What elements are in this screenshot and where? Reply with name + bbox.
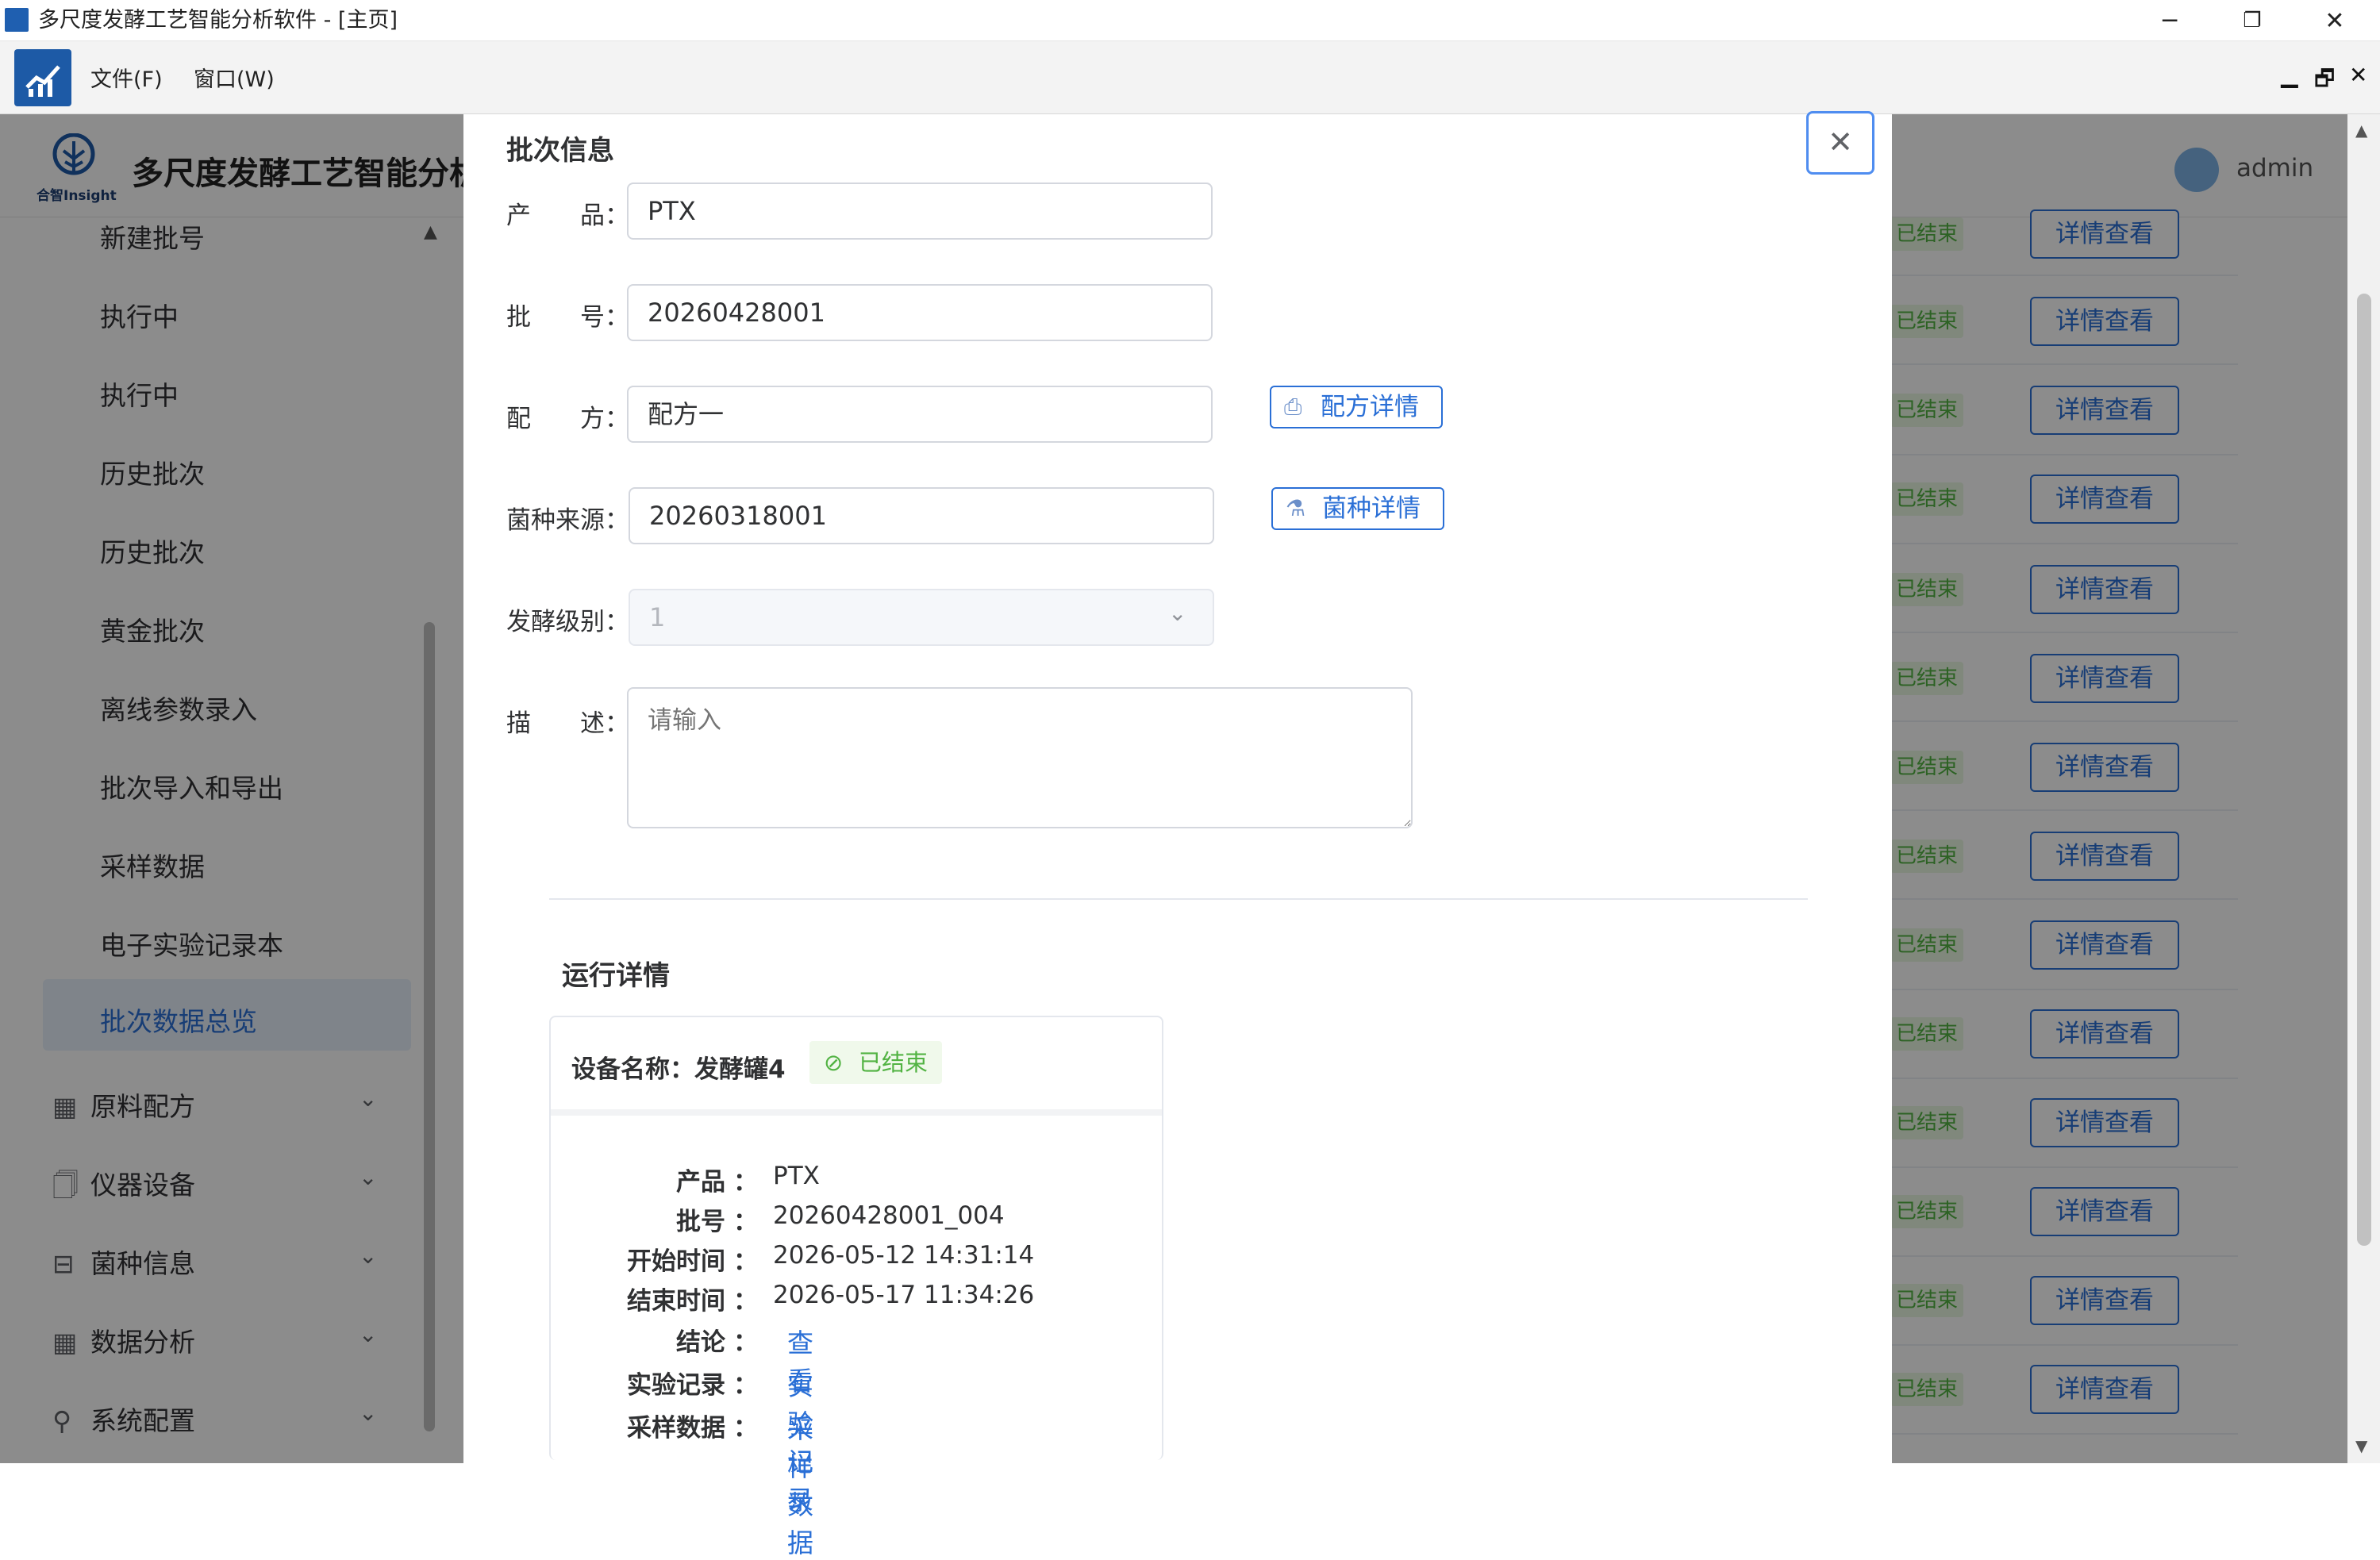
recipe-detail-label: 配方详情 bbox=[1321, 393, 1419, 421]
batch-no-field[interactable]: 20260428001 bbox=[627, 284, 1213, 341]
device-label: 设备名称： bbox=[571, 1055, 694, 1084]
strain-detail-label: 菌种详情 bbox=[1322, 494, 1421, 523]
ferment-level-select[interactable]: 1 bbox=[629, 589, 1214, 646]
sampling-data-link[interactable]: 采样数据 bbox=[787, 1408, 813, 1560]
menu-file[interactable]: 文件(F) bbox=[90, 62, 163, 93]
detail-colon: ： bbox=[733, 1414, 758, 1443]
scroll-down-arrow-icon[interactable]: ▼ bbox=[2355, 1436, 2367, 1455]
ferment-level-value: 1 bbox=[649, 602, 666, 632]
close-window-button[interactable]: ✕ bbox=[2295, 0, 2374, 41]
section-title-run-details: 运行详情 bbox=[562, 960, 670, 992]
menu-bar: 文件(F) 窗口(W) ▁ 🗗 ✕ bbox=[0, 41, 2380, 114]
app-icon bbox=[5, 8, 29, 32]
menu-window[interactable]: 窗口(W) bbox=[194, 62, 275, 93]
minimize-button[interactable]: ─ bbox=[2130, 0, 2209, 41]
status-badge: ⊘ 已结束 bbox=[809, 1041, 943, 1084]
flask-icon: ⚗ bbox=[1286, 495, 1306, 521]
mdi-restore-button[interactable]: 🗗 bbox=[2314, 62, 2335, 100]
description-textarea[interactable] bbox=[627, 687, 1413, 828]
check-circle-icon: ⊘ bbox=[824, 1049, 844, 1076]
detail-colon: ： bbox=[733, 1168, 758, 1197]
detail-value: 2026-05-17 11:34:26 bbox=[773, 1281, 1035, 1309]
mdi-close-button[interactable]: ✕ bbox=[2349, 62, 2367, 88]
section-title-batch-info: 批次信息 bbox=[506, 135, 614, 167]
batch-detail-modal: 批次信息 产 品： PTX 批 号： 20260428001 配 方： 配方一 … bbox=[463, 114, 1892, 1558]
window-title-bar: 多尺度发酵工艺智能分析软件 - [主页] ─ ❐ ✕ bbox=[0, 0, 2380, 41]
detail-value: 20260428001_004 bbox=[773, 1201, 1005, 1230]
recipe-label: 配 方： bbox=[506, 405, 629, 433]
detail-label: 开始时间 bbox=[627, 1247, 725, 1276]
detail-colon: ： bbox=[733, 1287, 758, 1316]
recipe-field[interactable]: 配方一 bbox=[627, 386, 1213, 443]
detail-label: 批号 bbox=[676, 1208, 725, 1236]
device-name-row: 设备名称：发酵罐4 bbox=[571, 1049, 786, 1085]
detail-colon: ： bbox=[733, 1328, 758, 1357]
detail-label: 产品 bbox=[676, 1168, 725, 1197]
section-divider bbox=[549, 898, 1808, 900]
detail-value: PTX bbox=[773, 1162, 820, 1190]
detail-label: 采样数据 bbox=[627, 1414, 725, 1443]
app-logo-icon bbox=[14, 49, 71, 106]
detail-colon: ： bbox=[733, 1247, 758, 1276]
page-scrollbar[interactable]: ▲ ▼ bbox=[2347, 114, 2380, 1463]
mdi-minimize-button[interactable]: ▁ bbox=[2281, 62, 2298, 88]
recipe-detail-button[interactable]: ⎙ 配方详情 bbox=[1270, 386, 1443, 428]
scroll-up-arrow-icon[interactable]: ▲ bbox=[2355, 121, 2367, 140]
product-field[interactable]: PTX bbox=[627, 183, 1213, 240]
run-card: 设备名称：发酵罐4 ⊘ 已结束 产品 ： PTX 批号 ： 20260428001… bbox=[549, 1016, 1163, 1558]
detail-value: 2026-05-12 14:31:14 bbox=[773, 1241, 1035, 1270]
batch-no-label: 批 号： bbox=[506, 303, 629, 332]
detail-label: 结论 bbox=[676, 1328, 725, 1357]
ferment-level-label: 发酵级别： bbox=[506, 608, 629, 636]
description-label: 描 述： bbox=[506, 709, 629, 738]
chevron-down-icon: ⌄ bbox=[1168, 600, 1187, 626]
document-search-icon: ⎙ bbox=[1284, 394, 1302, 420]
detail-label: 结束时间 bbox=[627, 1287, 725, 1316]
strain-detail-button[interactable]: ⚗ 菌种详情 bbox=[1271, 487, 1444, 530]
detail-colon: ： bbox=[733, 1208, 758, 1236]
modal-close-button[interactable]: ✕ bbox=[1806, 111, 1874, 175]
scrollbar-thumb[interactable] bbox=[2357, 294, 2371, 1246]
strain-source-field[interactable]: 20260318001 bbox=[629, 487, 1214, 544]
card-header-divider bbox=[551, 1109, 1162, 1116]
restore-button[interactable]: ❐ bbox=[2213, 0, 2292, 41]
detail-label: 实验记录 bbox=[627, 1371, 725, 1400]
detail-colon: ： bbox=[733, 1371, 758, 1400]
device-name: 发酵罐4 bbox=[694, 1055, 786, 1084]
status-label: 已结束 bbox=[859, 1049, 929, 1076]
product-label: 产 品： bbox=[506, 202, 629, 230]
strain-source-label: 菌种来源： bbox=[506, 506, 629, 535]
window-title: 多尺度发酵工艺智能分析软件 - [主页] bbox=[38, 8, 398, 33]
